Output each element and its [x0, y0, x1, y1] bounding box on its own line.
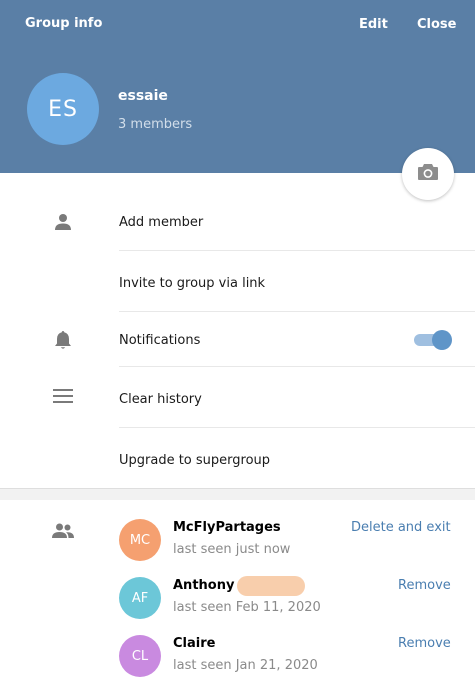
page-title: Group info [25, 16, 103, 31]
member-name: Claire [173, 636, 216, 651]
notifications-label: Notifications [119, 333, 201, 348]
person-icon [52, 211, 74, 233]
set-photo-button[interactable] [402, 148, 454, 200]
toggle-knob [432, 330, 452, 350]
add-member-row[interactable]: Add member [0, 200, 475, 250]
close-button[interactable]: Close [417, 17, 456, 32]
member-last-seen: last seen just now [173, 542, 291, 557]
menu-lines-icon [52, 385, 74, 407]
group-member-count: 3 members [118, 117, 193, 132]
group-name: essaie [118, 88, 168, 104]
notifications-row[interactable]: Notifications [0, 312, 475, 366]
remove-member-button[interactable]: Remove [398, 578, 451, 593]
member-name: Anthony [173, 578, 235, 593]
remove-member-button[interactable]: Remove [398, 636, 451, 651]
camera-icon [417, 162, 439, 186]
redaction-scribble [237, 576, 305, 596]
edit-button[interactable]: Edit [359, 17, 388, 32]
notifications-toggle[interactable] [414, 330, 452, 350]
member-row[interactable]: AF Anthony last seen Feb 11, 2020 Remove [0, 570, 475, 628]
clear-history-label: Clear history [119, 392, 202, 407]
member-row[interactable]: MC McFlyPartages last seen just now Dele… [0, 512, 475, 570]
member-name: McFlyPartages [173, 520, 281, 535]
group-info-header: Group info Edit Close ES essaie 3 member… [0, 0, 475, 173]
upgrade-supergroup-row[interactable]: Upgrade to supergroup [0, 428, 475, 488]
invite-link-label: Invite to group via link [119, 276, 266, 291]
member-row[interactable]: CL Claire last seen Jan 21, 2020 Remove [0, 628, 475, 686]
avatar[interactable]: AF [119, 577, 161, 619]
group-avatar[interactable]: ES [27, 73, 99, 145]
member-last-seen: last seen Jan 21, 2020 [173, 658, 318, 673]
avatar[interactable]: CL [119, 635, 161, 677]
delete-and-exit-button[interactable]: Delete and exit [351, 520, 451, 535]
bell-icon [52, 329, 74, 351]
upgrade-supergroup-label: Upgrade to supergroup [119, 453, 271, 468]
section-separator [0, 488, 475, 500]
invite-link-row[interactable]: Invite to group via link [0, 251, 475, 311]
add-member-label: Add member [119, 215, 204, 230]
member-last-seen: last seen Feb 11, 2020 [173, 600, 321, 615]
clear-history-row[interactable]: Clear history [0, 367, 475, 427]
avatar[interactable]: MC [119, 519, 161, 561]
